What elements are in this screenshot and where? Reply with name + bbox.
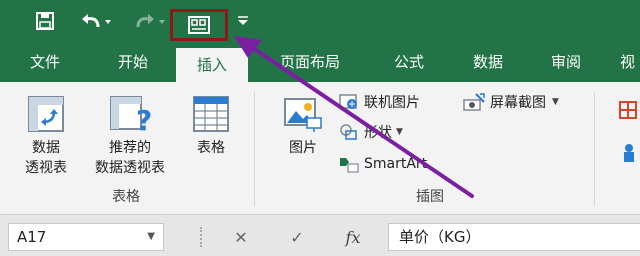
save-button[interactable] (30, 6, 60, 36)
shapes-icon (340, 124, 357, 140)
chevron-down-icon (238, 16, 248, 25)
ribbon-insert-panel: 数据 透视表 ? 推荐的 数据透视表 表格 表格 图片 联机图片 形状 ▼ Sm… (0, 82, 640, 215)
name-box[interactable]: A17 ▼ (8, 223, 164, 251)
cancel-icon[interactable]: ✕ (226, 225, 256, 249)
undo-button[interactable] (76, 6, 116, 36)
store-icon-partial[interactable] (620, 142, 640, 166)
screenshot-label: 屏幕截图 (490, 95, 546, 111)
enter-icon[interactable]: ✓ (282, 225, 312, 249)
formula-input[interactable]: 单价（KG） (388, 223, 640, 251)
svg-text:?: ? (136, 104, 152, 134)
formula-bar-grip[interactable] (200, 227, 206, 247)
pivot-table-icon (28, 96, 64, 132)
smartart-icon (340, 158, 359, 173)
tab-insert[interactable]: 插入 (176, 48, 248, 82)
screenshot-button[interactable]: 屏幕截图 ▼ (462, 90, 559, 114)
name-box-value: A17 (17, 228, 47, 246)
redo-button[interactable] (130, 6, 170, 36)
insert-function-icon[interactable]: fx (338, 225, 368, 249)
table-icon (193, 96, 229, 132)
form-button-highlighted[interactable] (170, 9, 228, 41)
formula-bar: A17 ▼ ✕ ✓ fx 单价（KG） (0, 215, 640, 256)
name-box-dropdown-icon[interactable]: ▼ (147, 224, 155, 250)
redo-icon (136, 14, 165, 28)
smartart-button[interactable]: SmartArt (338, 152, 427, 176)
group-divider (254, 92, 255, 206)
table-label: 表格 (197, 140, 225, 156)
pivot-table-label-1: 数据 (32, 140, 60, 156)
tab-home[interactable]: 开始 (102, 42, 164, 82)
pictures-button[interactable]: 图片 (276, 94, 330, 158)
smartart-label: SmartArt (364, 156, 428, 172)
tab-data[interactable]: 数据 (458, 42, 518, 82)
screenshot-dropdown-icon: ▼ (552, 97, 559, 107)
online-pictures-icon (339, 94, 357, 109)
screenshot-icon (463, 93, 485, 111)
recommended-pivot-button[interactable]: ? 推荐的 数据透视表 (82, 94, 178, 178)
save-icon (36, 12, 54, 30)
customize-qat-button[interactable] (232, 6, 254, 36)
tables-group-label: 表格 (112, 189, 140, 205)
group-divider-2 (594, 92, 595, 206)
tab-file[interactable]: 文件 (14, 42, 76, 82)
recommended-pivot-icon: ? (110, 96, 152, 134)
online-pictures-label: 联机图片 (364, 95, 420, 111)
pivot-table-button[interactable]: 数据 透视表 (14, 94, 78, 178)
tab-page-layout[interactable]: 页面布局 (262, 42, 358, 82)
form-icon (188, 16, 210, 34)
tab-review[interactable]: 审阅 (536, 42, 596, 82)
recommended-pivot-label-2: 数据透视表 (95, 160, 165, 176)
tab-view[interactable]: 视 (620, 42, 640, 82)
tab-formulas[interactable]: 公式 (380, 42, 438, 82)
pictures-label: 图片 (289, 140, 317, 156)
undo-icon (82, 14, 111, 28)
shapes-button[interactable]: 形状 ▼ (338, 120, 403, 144)
shapes-dropdown-icon: ▼ (396, 127, 403, 137)
quick-access-toolbar (0, 0, 640, 42)
table-button[interactable]: 表格 (184, 94, 238, 158)
illustrations-group-label: 插图 (416, 189, 444, 205)
shapes-label: 形状 (364, 125, 392, 141)
chart-icon-partial[interactable] (612, 100, 640, 120)
online-pictures-button[interactable]: 联机图片 (338, 90, 420, 114)
picture-icon (284, 98, 322, 132)
recommended-pivot-label-1: 推荐的 (109, 140, 151, 156)
pivot-table-label-2: 透视表 (25, 160, 67, 176)
ribbon-tabs: 文件 开始 插入 页面布局 公式 数据 审阅 视 (0, 42, 640, 82)
